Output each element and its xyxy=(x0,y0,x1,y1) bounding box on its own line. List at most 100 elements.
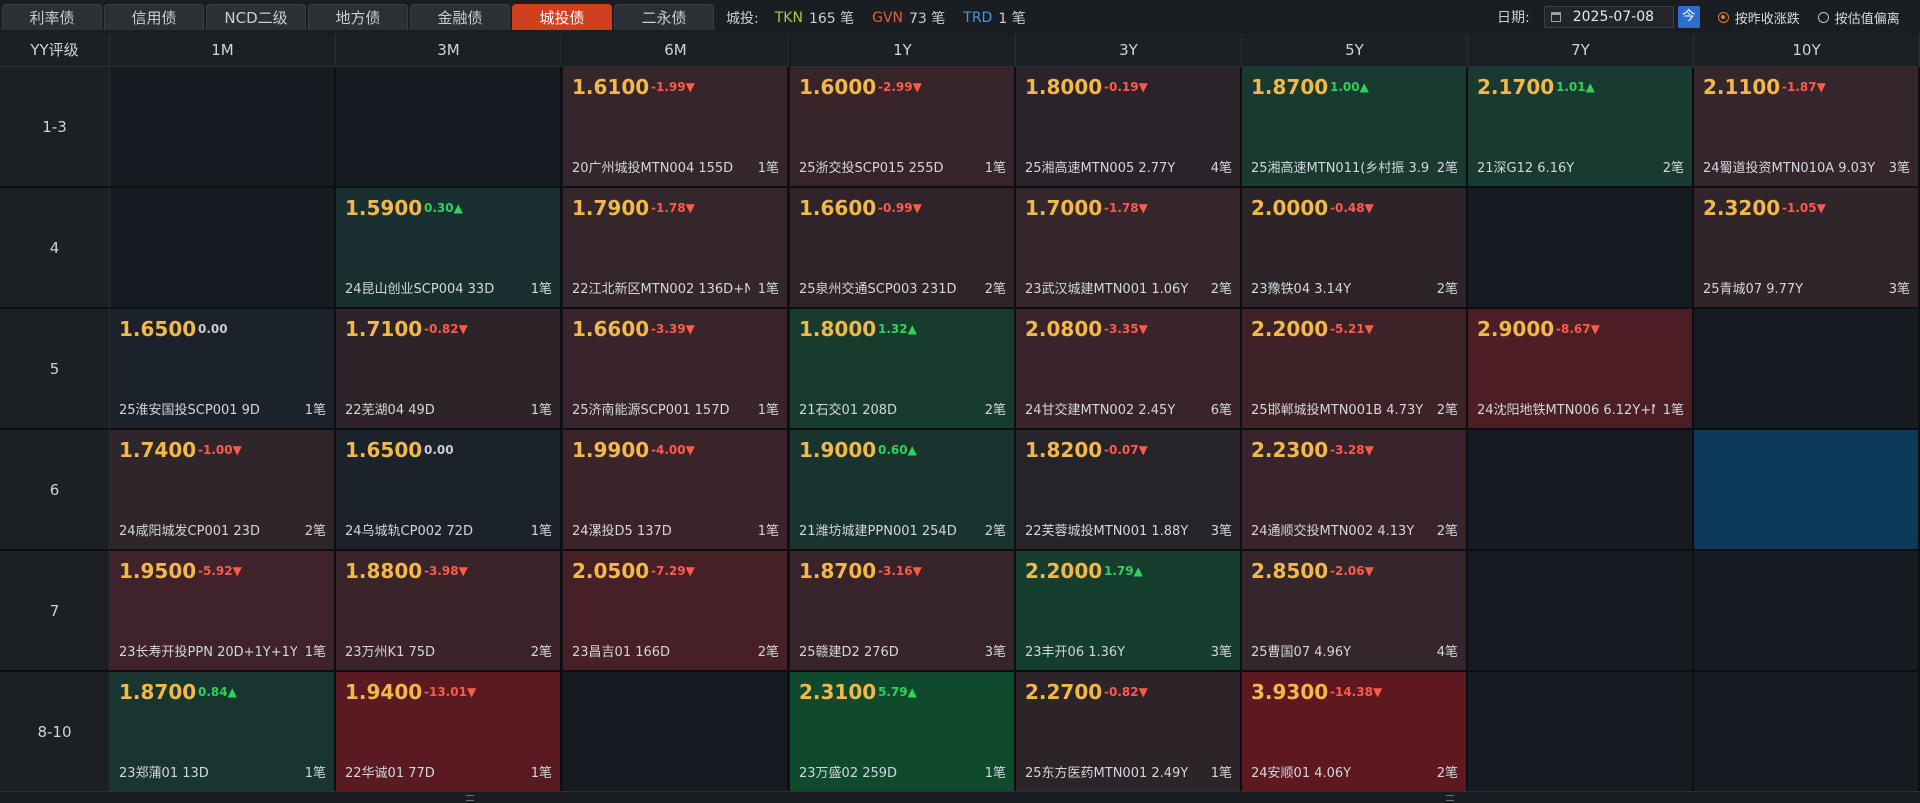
radio-checked-icon[interactable] xyxy=(1717,11,1729,23)
trade-count: 2笔 xyxy=(530,645,552,660)
quote-cell[interactable]: 1.8700 0.84▲ 23郑蒲01 13D 1笔 xyxy=(110,672,336,793)
bond-name: 24通顺交投MTN002 4.13Y xyxy=(1251,524,1415,539)
trade-count: 3笔 xyxy=(1210,645,1232,660)
tab-2[interactable]: NCD二级 xyxy=(206,4,306,30)
quote-cell[interactable]: 1.9400 -13.01▼ 22华诚01 77D 1笔 xyxy=(336,672,562,793)
quote-cell[interactable]: 2.0800 -3.35▼ 24甘交建MTN002 2.45Y 6笔 xyxy=(1016,309,1242,430)
quote-cell[interactable]: 1.9900 -4.00▼ 24漯投D5 137D 1笔 xyxy=(563,430,789,551)
quote-cell[interactable]: 1.8700 -3.16▼ 25赣建D2 276D 3笔 xyxy=(790,551,1016,672)
bottom-splitter[interactable] xyxy=(0,791,1920,803)
bond-name: 22芙蓉城投MTN001 1.88Y xyxy=(1025,524,1189,539)
yield-change: -3.98▼ xyxy=(424,564,468,578)
yield-value: 1.6500 xyxy=(119,317,197,341)
tab-1[interactable]: 信用债 xyxy=(104,4,204,30)
bond-name: 23万州K1 75D xyxy=(345,645,436,660)
yield-change: -3.39▼ xyxy=(651,322,695,336)
quote-cell[interactable]: 1.9500 -5.92▼ 23长寿开投PPN 20D+1Y+1Y+ 1笔 xyxy=(110,551,336,672)
quote-cell[interactable]: 1.8000 -0.19▼ 25湘高速MTN005 2.77Y 4笔 xyxy=(1016,67,1242,188)
quote-cell[interactable]: 2.0500 -7.29▼ 23昌吉01 166D 2笔 xyxy=(563,551,789,672)
quote-cell[interactable]: 2.2000 -5.21▼ 25邯郸城投MTN001B 4.73Y 2笔 xyxy=(1242,309,1468,430)
bond-name: 23豫铁04 3.14Y xyxy=(1251,282,1352,297)
column-header-7Y[interactable]: 7Y xyxy=(1468,34,1694,67)
quote-cell[interactable]: 1.8700 1.00▲ 25湘高速MTN011(乡村振 3.9Y 2笔 xyxy=(1242,67,1468,188)
quote-cell[interactable]: 1.6500 0.00 24乌城轨CP002 72D 1笔 xyxy=(336,430,562,551)
splitter-grip-icon[interactable] xyxy=(466,795,474,801)
yield-value: 2.1100 xyxy=(1703,75,1781,99)
quote-cell[interactable]: 2.2700 -0.82▼ 25东方医药MTN001 2.49Y 1笔 xyxy=(1016,672,1242,793)
category-tabs: 利率债 信用债 NCD二级 地方债 金融债 城投债 二永债 xyxy=(2,4,714,30)
date-input[interactable]: 2025-07-08 xyxy=(1543,6,1674,28)
yield-change: -1.99▼ xyxy=(651,80,695,94)
quote-cell[interactable]: 1.7400 -1.00▼ 24咸阳城发CP001 23D 2笔 xyxy=(110,430,336,551)
tab-5[interactable]: 城投债 xyxy=(512,4,612,30)
column-header-3Y[interactable]: 3Y xyxy=(1016,34,1242,67)
quote-cell[interactable]: 2.8500 -2.06▼ 25曹国07 4.96Y 4笔 xyxy=(1242,551,1468,672)
yield-change: -3.28▼ xyxy=(1330,443,1374,457)
yield-value: 1.8000 xyxy=(1025,75,1103,99)
yield-value: 2.2700 xyxy=(1025,680,1103,704)
calendar-icon[interactable] xyxy=(1550,12,1561,22)
quote-cell[interactable]: 1.8800 -3.98▼ 23万州K1 75D 2笔 xyxy=(336,551,562,672)
quote-cell[interactable]: 1.8000 1.32▲ 21石交01 208D 2笔 xyxy=(790,309,1016,430)
bond-name: 20广州城投MTN004 155D xyxy=(572,161,734,176)
quote-cell[interactable]: 3.9300 -14.38▼ 24安顺01 4.06Y 2笔 xyxy=(1242,672,1468,793)
quote-cell[interactable]: 2.3100 5.79▲ 23万盛02 259D 1笔 xyxy=(790,672,1016,793)
trade-count: 1笔 xyxy=(984,161,1006,176)
radio-prev-close[interactable]: 按昨收涨跌 xyxy=(1717,8,1800,27)
date-area: 日期: 2025-07-08 今 按昨收涨跌 按估值偏离 xyxy=(1497,6,1900,28)
quote-cell[interactable]: 1.6500 0.00 25淮安国投SCP001 9D 1笔 xyxy=(110,309,336,430)
quote-cell[interactable]: 2.2000 1.79▲ 23丰开06 1.36Y 3笔 xyxy=(1016,551,1242,672)
trade-count: 3笔 xyxy=(1210,524,1232,539)
yield-change: -8.67▼ xyxy=(1556,322,1600,336)
yield-value: 2.2300 xyxy=(1251,438,1329,462)
quote-cell[interactable]: 1.7000 -1.78▼ 23武汉城建MTN001 1.06Y 2笔 xyxy=(1016,188,1242,309)
splitter-grip-icon[interactable] xyxy=(1446,795,1454,801)
radio-unchecked-icon[interactable] xyxy=(1817,11,1829,23)
quote-cell[interactable]: 1.7900 -1.78▼ 22江北新区MTN002 136D+N 1笔 xyxy=(563,188,789,309)
yield-value: 1.8000 xyxy=(799,317,877,341)
bond-name: 23昌吉01 166D xyxy=(572,645,671,660)
trade-count: 2笔 xyxy=(1436,524,1458,539)
radio-valuation[interactable]: 按估值偏离 xyxy=(1817,8,1900,27)
quote-cell[interactable]: 1.9000 0.60▲ 21潍坊城建PPN001 254D 2笔 xyxy=(790,430,1016,551)
column-header-5Y[interactable]: 5Y xyxy=(1242,34,1468,67)
quote-cell[interactable]: 2.3200 -1.05▼ 25青城07 9.77Y 3笔 xyxy=(1694,188,1920,309)
bond-name: 23长寿开投PPN 20D+1Y+1Y+ xyxy=(119,645,297,660)
quote-cell[interactable]: 2.1100 -1.87▼ 24蜀道投资MTN010A 9.03Y 3笔 xyxy=(1694,67,1920,188)
trade-count: 1笔 xyxy=(757,161,779,176)
trade-summary: 城投: TKN 165 笔 GVN 73 笔 TRD 1 笔 xyxy=(726,8,1038,28)
bond-name: 25湘高速MTN005 2.77Y xyxy=(1025,161,1176,176)
quote-cell[interactable]: 1.5900 0.30▲ 24昆山创业SCP004 33D 1笔 xyxy=(336,188,562,309)
bond-name: 25青城07 9.77Y xyxy=(1703,282,1804,297)
quote-cell[interactable]: 1.7100 -0.82▼ 22芜湖04 49D 1笔 xyxy=(336,309,562,430)
bond-name: 21潍坊城建PPN001 254D xyxy=(799,524,957,539)
column-header-6M[interactable]: 6M xyxy=(563,34,789,67)
tab-6[interactable]: 二永债 xyxy=(614,4,714,30)
trade-count: 2笔 xyxy=(1436,403,1458,418)
quote-cell[interactable]: 1.8200 -0.07▼ 22芙蓉城投MTN001 1.88Y 3笔 xyxy=(1016,430,1242,551)
tab-3[interactable]: 地方债 xyxy=(308,4,408,30)
bond-name: 25湘高速MTN011(乡村振 3.9Y xyxy=(1251,161,1429,176)
column-header-1Y[interactable]: 1Y xyxy=(790,34,1016,67)
tab-4[interactable]: 金融债 xyxy=(410,4,510,30)
yield-change: -1.78▼ xyxy=(651,201,695,215)
column-header-10Y[interactable]: 10Y xyxy=(1694,34,1920,67)
quote-cell[interactable]: 1.6100 -1.99▼ 20广州城投MTN004 155D 1笔 xyxy=(563,67,789,188)
quote-cell[interactable]: 1.6000 -2.99▼ 25浙交投SCP015 255D 1笔 xyxy=(790,67,1016,188)
yield-value: 2.0500 xyxy=(572,559,650,583)
quote-cell[interactable]: 1.6600 -3.39▼ 25济南能源SCP001 157D 1笔 xyxy=(563,309,789,430)
trade-count: 1笔 xyxy=(530,282,552,297)
today-button[interactable]: 今 xyxy=(1677,6,1700,28)
quote-cell[interactable]: 2.2300 -3.28▼ 24通顺交投MTN002 4.13Y 2笔 xyxy=(1242,430,1468,551)
trade-count: 1笔 xyxy=(304,645,326,660)
tab-0[interactable]: 利率债 xyxy=(2,4,102,30)
quote-cell[interactable]: 2.9000 -8.67▼ 24沈阳地铁MTN006 6.12Y+N 1笔 xyxy=(1468,309,1694,430)
column-header-1M[interactable]: 1M xyxy=(110,34,336,67)
quote-cell[interactable]: 2.0000 -0.48▼ 23豫铁04 3.14Y 2笔 xyxy=(1242,188,1468,309)
quote-cell[interactable]: 2.1700 1.01▲ 21深G12 6.16Y 2笔 xyxy=(1468,67,1694,188)
quote-cell[interactable]: 1.6600 -0.99▼ 25泉州交通SCP003 231D 2笔 xyxy=(790,188,1016,309)
yield-value: 1.8200 xyxy=(1025,438,1103,462)
bond-name: 23万盛02 259D xyxy=(799,766,898,781)
trade-count: 3笔 xyxy=(1888,282,1910,297)
column-header-3M[interactable]: 3M xyxy=(336,34,562,67)
